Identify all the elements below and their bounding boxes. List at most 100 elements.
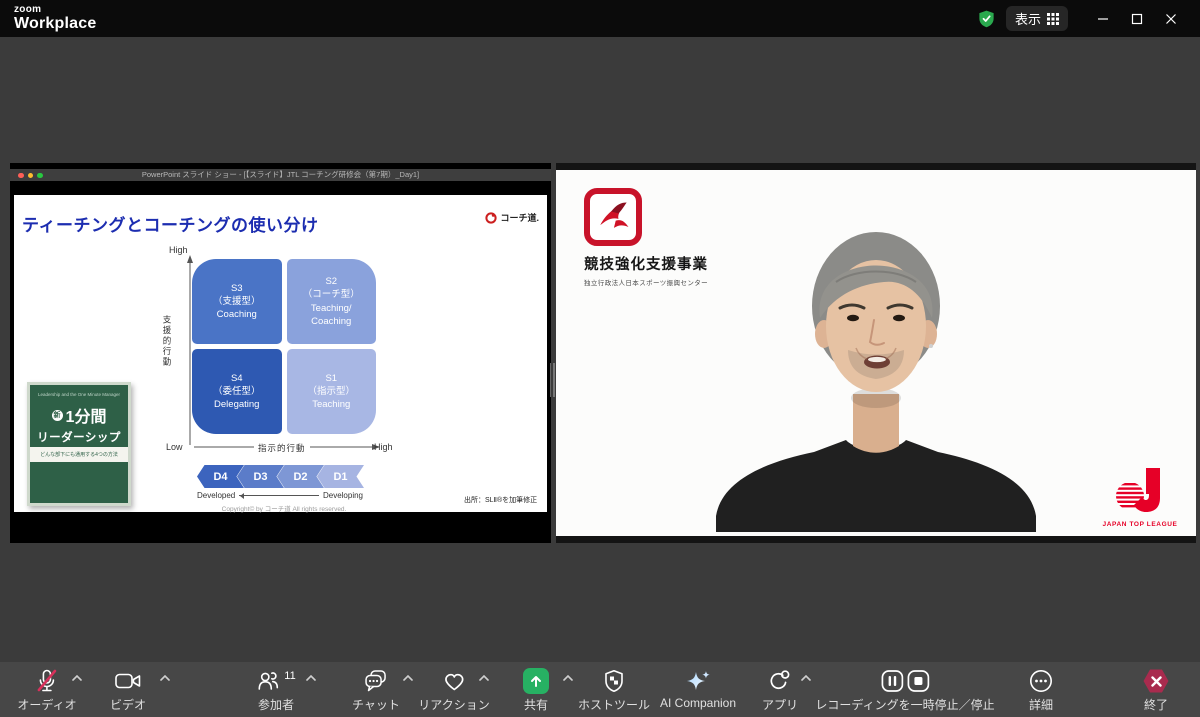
developing-label: Developing [322,491,363,500]
mac-close-button[interactable] [18,172,24,178]
chat-button[interactable]: チャット [352,667,400,713]
title-bar: zoom Workplace 表示 [0,0,1200,37]
powerpoint-titlebar: PowerPoint スライド ショー - [【スライド】JTL コーチング研修… [10,169,551,181]
chevron-up-icon [801,675,811,681]
end-meeting-icon [1143,669,1169,693]
chevron-up-icon [72,675,82,681]
apps-options-chevron[interactable] [801,675,811,681]
recording-pause-stop-button[interactable]: レコーディングを一時停止／停止 [815,667,995,713]
audio-button[interactable]: オーディオ [17,667,77,713]
share-screen-icon [523,668,549,694]
development-scale: Developed Developing [197,491,363,500]
shared-screen-panel: PowerPoint スライド ショー - [【スライド】JTL コーチング研修… [10,163,551,543]
security-shield-icon[interactable] [977,9,996,28]
program-logo: 競技強化支援事業 独立行政法人日本スポーツ振興センター [584,188,708,287]
share-options-chevron[interactable] [563,675,573,681]
x-axis-low-label: Low [166,442,183,452]
slide: ティーチングとコーチングの使い分け コーチ道. High 支援的行動 Low 指… [14,195,547,513]
host-tools-label: ホストツール [577,698,651,712]
source-note: 出所：SLⅡ®を加筆修正 [464,497,538,504]
more-ellipsis-icon [1029,670,1052,692]
macos-traffic-lights [18,172,43,178]
program-subtitle: 独立行政法人日本スポーツ振興センター [584,280,709,287]
quadrant-line: （コーチ型） [302,289,360,301]
reactions-label: リアクション [418,698,490,712]
video-button[interactable]: ビデオ [110,667,146,713]
panel-resize-handle[interactable] [548,363,556,397]
quadrant-s4: S4 （委任型） Delegating [192,349,282,434]
participant-video-panel: 競技強化支援事業 独立行政法人日本スポーツ振興センター JAPAN TOP LE… [556,163,1196,543]
ai-companion-label: AI Companion [659,696,737,710]
end-meeting-label: 終了 [1143,698,1168,712]
x-axis-label: 指示的行動 [254,442,310,454]
chevron-d4: D4 [197,465,244,488]
chevron-up-icon [160,675,170,681]
slide-title: ティーチングとコーチングの使い分け [22,216,319,235]
japan-sport-council-icon [584,188,642,246]
recording-label: レコーディングを一時停止／停止 [815,698,995,712]
host-tools-shield-icon [605,670,623,692]
reactions-button[interactable]: リアクション [418,667,490,713]
mac-zoom-button[interactable] [37,172,43,178]
maximize-icon [1131,13,1143,24]
more-label: 詳細 [1028,698,1054,712]
book-english-title: Leadership and the One Minute Manager [37,392,121,397]
more-button[interactable]: 詳細 [1029,667,1053,713]
zoom-workplace-window: zoom Workplace 表示 PowerPoint スライド ショー - … [0,0,1200,717]
video-options-chevron[interactable] [160,675,170,681]
minimize-button[interactable] [1086,0,1120,37]
participants-options-chevron[interactable] [306,675,316,681]
quadrant-s2: S2 （コーチ型） Teaching/ Coaching [286,259,376,344]
chevron-d3: D3 [237,465,284,488]
reactions-options-chevron[interactable] [479,675,489,681]
coach-do-logo: コーチ道. [485,211,539,224]
view-button[interactable]: 表示 [1005,6,1068,31]
coach-do-label: コーチ道. [500,213,539,223]
brand-workplace: Workplace [14,15,97,32]
close-icon [1166,13,1176,24]
chat-options-chevron[interactable] [403,675,413,681]
quadrant-line: （委任型） [212,385,261,397]
quadrant-line: Coaching [311,315,352,327]
book-title-line1: 1分間 [65,409,107,426]
audio-options-chevron[interactable] [72,675,82,681]
share-screen-label: 共有 [523,698,548,712]
apps-button[interactable]: アプリ [762,667,798,713]
participants-label: 参加者 [257,698,295,712]
chevron-up-icon [403,675,413,681]
host-tools-button[interactable]: ホストツール [578,667,650,713]
slide-copyright: Copyright© by コーチ道 All rights reserved. [221,506,347,513]
chat-label: チャット [352,698,400,712]
end-meeting-button[interactable]: 終了 [1143,667,1169,713]
book-subtitle: どんな部下にも通用する4つの方法 [40,452,118,458]
mac-minimize-button[interactable] [27,172,33,178]
gallery-grid-icon [1047,12,1059,25]
minimize-icon [1098,17,1108,20]
quadrant-line: Coaching [216,309,257,321]
powerpoint-window-title: PowerPoint スライド ショー - [【スライド】JTL コーチング研修… [141,170,420,179]
chevron-d2: D2 [277,465,324,488]
japan-top-league-icon [1116,468,1160,512]
share-screen-button[interactable]: 共有 [523,667,549,713]
quadrant-line: Teaching [312,399,351,411]
view-button-label: 表示 [1014,12,1041,27]
quadrant-line: （指示型） [307,385,355,397]
japan-top-league-label: JAPAN TOP LEAGUE [1102,521,1178,528]
coach-do-icon [485,211,498,224]
chat-icon [365,670,386,692]
development-scale-line [239,492,319,499]
brand-zoom: zoom [14,4,42,15]
participants-button[interactable]: 11 参加者 [256,667,296,713]
pause-recording-icon [881,670,903,692]
quadrant-s1: S1 （指示型） Teaching [286,349,376,434]
participant-video: 競技強化支援事業 独立行政法人日本スポーツ振興センター JAPAN TOP LE… [556,170,1196,536]
close-button[interactable] [1154,0,1188,37]
stop-recording-icon [907,670,929,692]
maximize-button[interactable] [1120,0,1154,37]
y-axis-label: 支援的行動 [162,315,172,368]
quadrant-line: （支援型） [212,295,261,307]
ai-companion-button[interactable]: AI Companion [660,667,736,710]
quadrant-line: S3 [230,282,243,294]
participant-person [716,232,1036,532]
audio-label: オーディオ [17,698,77,712]
